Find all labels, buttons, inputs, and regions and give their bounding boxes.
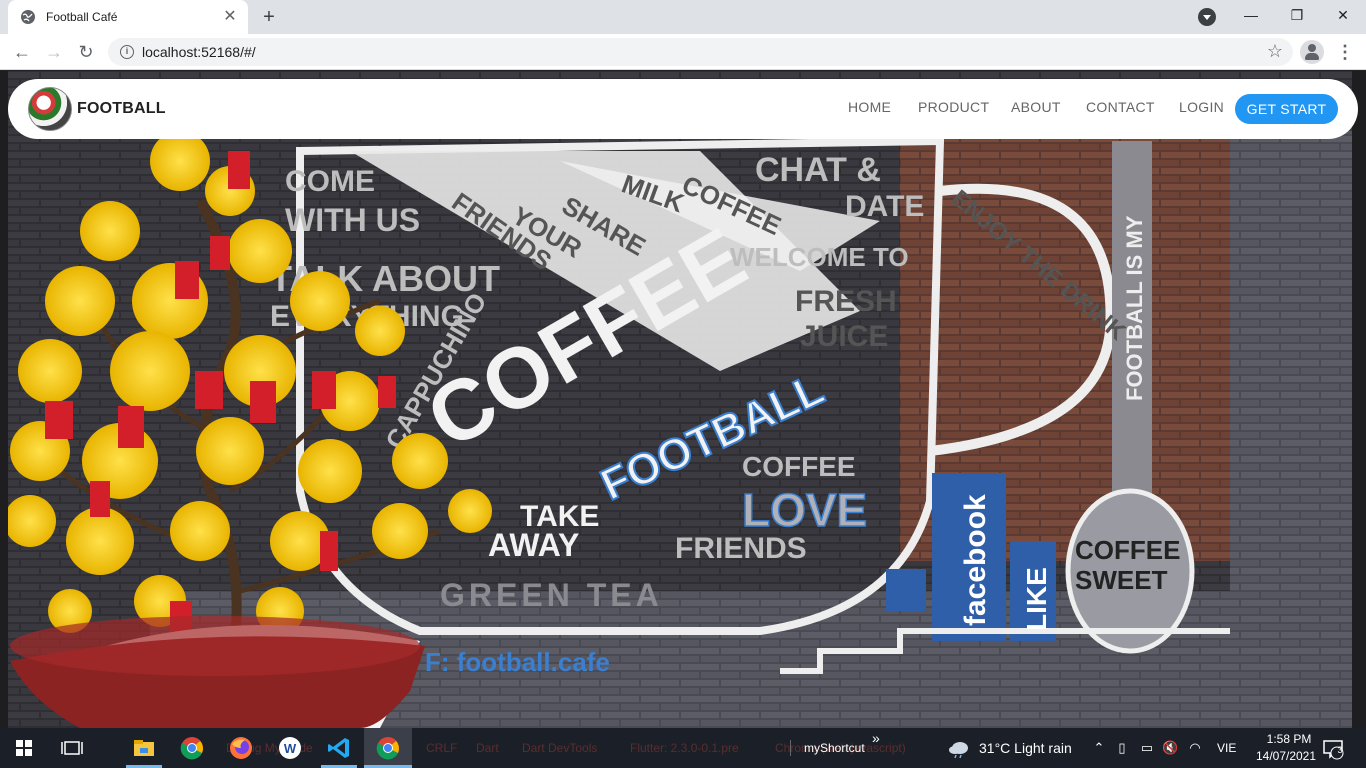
toolbar-divider <box>790 740 791 756</box>
clock-time[interactable]: 1:58 PM <box>1257 732 1321 746</box>
address-bar[interactable]: i localhost:52168/#/ ☆ <box>108 38 1293 66</box>
mural-text: COFFEE <box>1075 535 1180 565</box>
mural-text: LOVE <box>742 484 867 536</box>
wifi-icon[interactable]: ◠ <box>1187 740 1203 756</box>
tab-football-cafe[interactable]: Football Café ✕ <box>8 0 248 34</box>
svg-text:W: W <box>284 741 297 756</box>
mural-text: FRIENDS <box>675 532 807 565</box>
vscode-icon[interactable] <box>325 734 353 762</box>
vscode-status-ghost: Flutter: 2.3.0-0.1.pre <box>630 741 739 755</box>
vscode-status-ghost: Dart <box>476 741 499 755</box>
task-view-icon[interactable] <box>58 734 86 762</box>
chrome-icon[interactable] <box>178 734 206 762</box>
mural-text: AWAY <box>488 527 579 563</box>
mural-text: COFFEE <box>742 451 856 482</box>
minimize-button[interactable]: — <box>1228 0 1274 30</box>
volume-muted-icon[interactable]: 🔇 <box>1162 740 1178 756</box>
nav-product[interactable]: PRODUCT <box>918 99 989 115</box>
mural-text: JUICE <box>800 320 888 353</box>
nav-login[interactable]: LOGIN <box>1179 99 1224 115</box>
browser-menu-icon[interactable]: ⋮ <box>1336 40 1354 64</box>
tab-search-icon[interactable] <box>1198 8 1216 26</box>
vscode-status-ghost: Dart DevTools <box>522 741 598 755</box>
nav-contact[interactable]: CONTACT <box>1086 99 1155 115</box>
mural-text: FOOTBALL IS MY <box>1122 215 1147 401</box>
clock-date[interactable]: 14/07/2021 <box>1250 749 1322 763</box>
mural-text: COME <box>285 165 375 198</box>
chrome-icon[interactable] <box>374 734 402 762</box>
mural-text: WITH US <box>285 202 420 238</box>
mural-text: SWEET <box>1075 565 1168 595</box>
reload-button[interactable]: ↻ <box>74 40 98 64</box>
app-w-icon[interactable]: W <box>276 734 304 762</box>
restore-button[interactable]: ❐ <box>1274 0 1320 30</box>
input-language[interactable]: VIE <box>1217 741 1236 755</box>
close-tab-icon[interactable]: ✕ <box>222 9 238 25</box>
mural-text: WELCOME TO <box>730 242 909 272</box>
windows-start-icon[interactable] <box>10 734 38 762</box>
nav-home[interactable]: HOME <box>848 99 891 115</box>
windows-taskbar: Debug My Code CRLF Dart Dart DevTools Fl… <box>0 728 1366 768</box>
close-window-button[interactable]: ✕ <box>1320 0 1366 30</box>
url-text[interactable]: localhost:52168/#/ <box>142 44 256 60</box>
new-tab-button[interactable]: + <box>258 6 280 28</box>
mural-text: LIKE <box>1021 567 1052 631</box>
mural-text: GREEN TEA <box>440 577 663 613</box>
back-button[interactable]: ← <box>10 40 34 64</box>
profile-avatar-icon[interactable] <box>1300 40 1324 64</box>
globe-icon <box>21 10 35 24</box>
vscode-status-ghost: CRLF <box>426 741 458 755</box>
page-viewport: COME WITH US TALK ABOUT EVERYTHING SHARE… <box>0 71 1366 728</box>
browser-toolbar: ← → ↻ i localhost:52168/#/ ☆ <box>0 34 1366 70</box>
mural-text: facebook <box>959 494 992 626</box>
tab-title: Football Café <box>46 10 118 24</box>
weather-text[interactable]: 31°C Light rain <box>979 740 1072 756</box>
mural-text: DATE <box>845 190 924 223</box>
mural-text: FRESH <box>795 285 897 318</box>
firefox-icon[interactable] <box>227 734 255 762</box>
nav-about[interactable]: ABOUT <box>1011 99 1061 115</box>
toolbar-expand-chevron-icon[interactable]: » <box>872 730 880 746</box>
hero-background-image: COME WITH US TALK ABOUT EVERYTHING SHARE… <box>0 71 1366 728</box>
battery-icon[interactable]: ▭ <box>1139 740 1155 756</box>
notification-count-badge: 3 <box>1337 745 1343 755</box>
shortcut-toolbar-label[interactable]: myShortcut <box>804 741 865 755</box>
tab-strip: Football Café ✕ + — ❐ ✕ <box>0 0 1366 34</box>
mural-text: CHAT & <box>755 151 881 189</box>
bookmark-star-icon[interactable]: ☆ <box>1267 41 1283 62</box>
forward-button[interactable]: → <box>42 40 66 64</box>
mural-text: F: football.cafe <box>425 647 610 677</box>
file-explorer-icon[interactable] <box>130 734 158 762</box>
get-start-button[interactable]: GET START <box>1235 94 1338 124</box>
brand-name[interactable]: FOOTBALL <box>77 100 166 118</box>
tray-overflow-chevron-icon[interactable]: ⌃ <box>1091 740 1107 756</box>
site-navbar: FOOTBALL HOME PRODUCT ABOUT CONTACT LOGI… <box>8 79 1358 139</box>
info-icon[interactable]: i <box>120 45 134 59</box>
weather-cloud-icon[interactable] <box>948 738 970 758</box>
football-logo-icon[interactable] <box>28 87 72 131</box>
device-icon[interactable]: ▯ <box>1114 740 1130 756</box>
